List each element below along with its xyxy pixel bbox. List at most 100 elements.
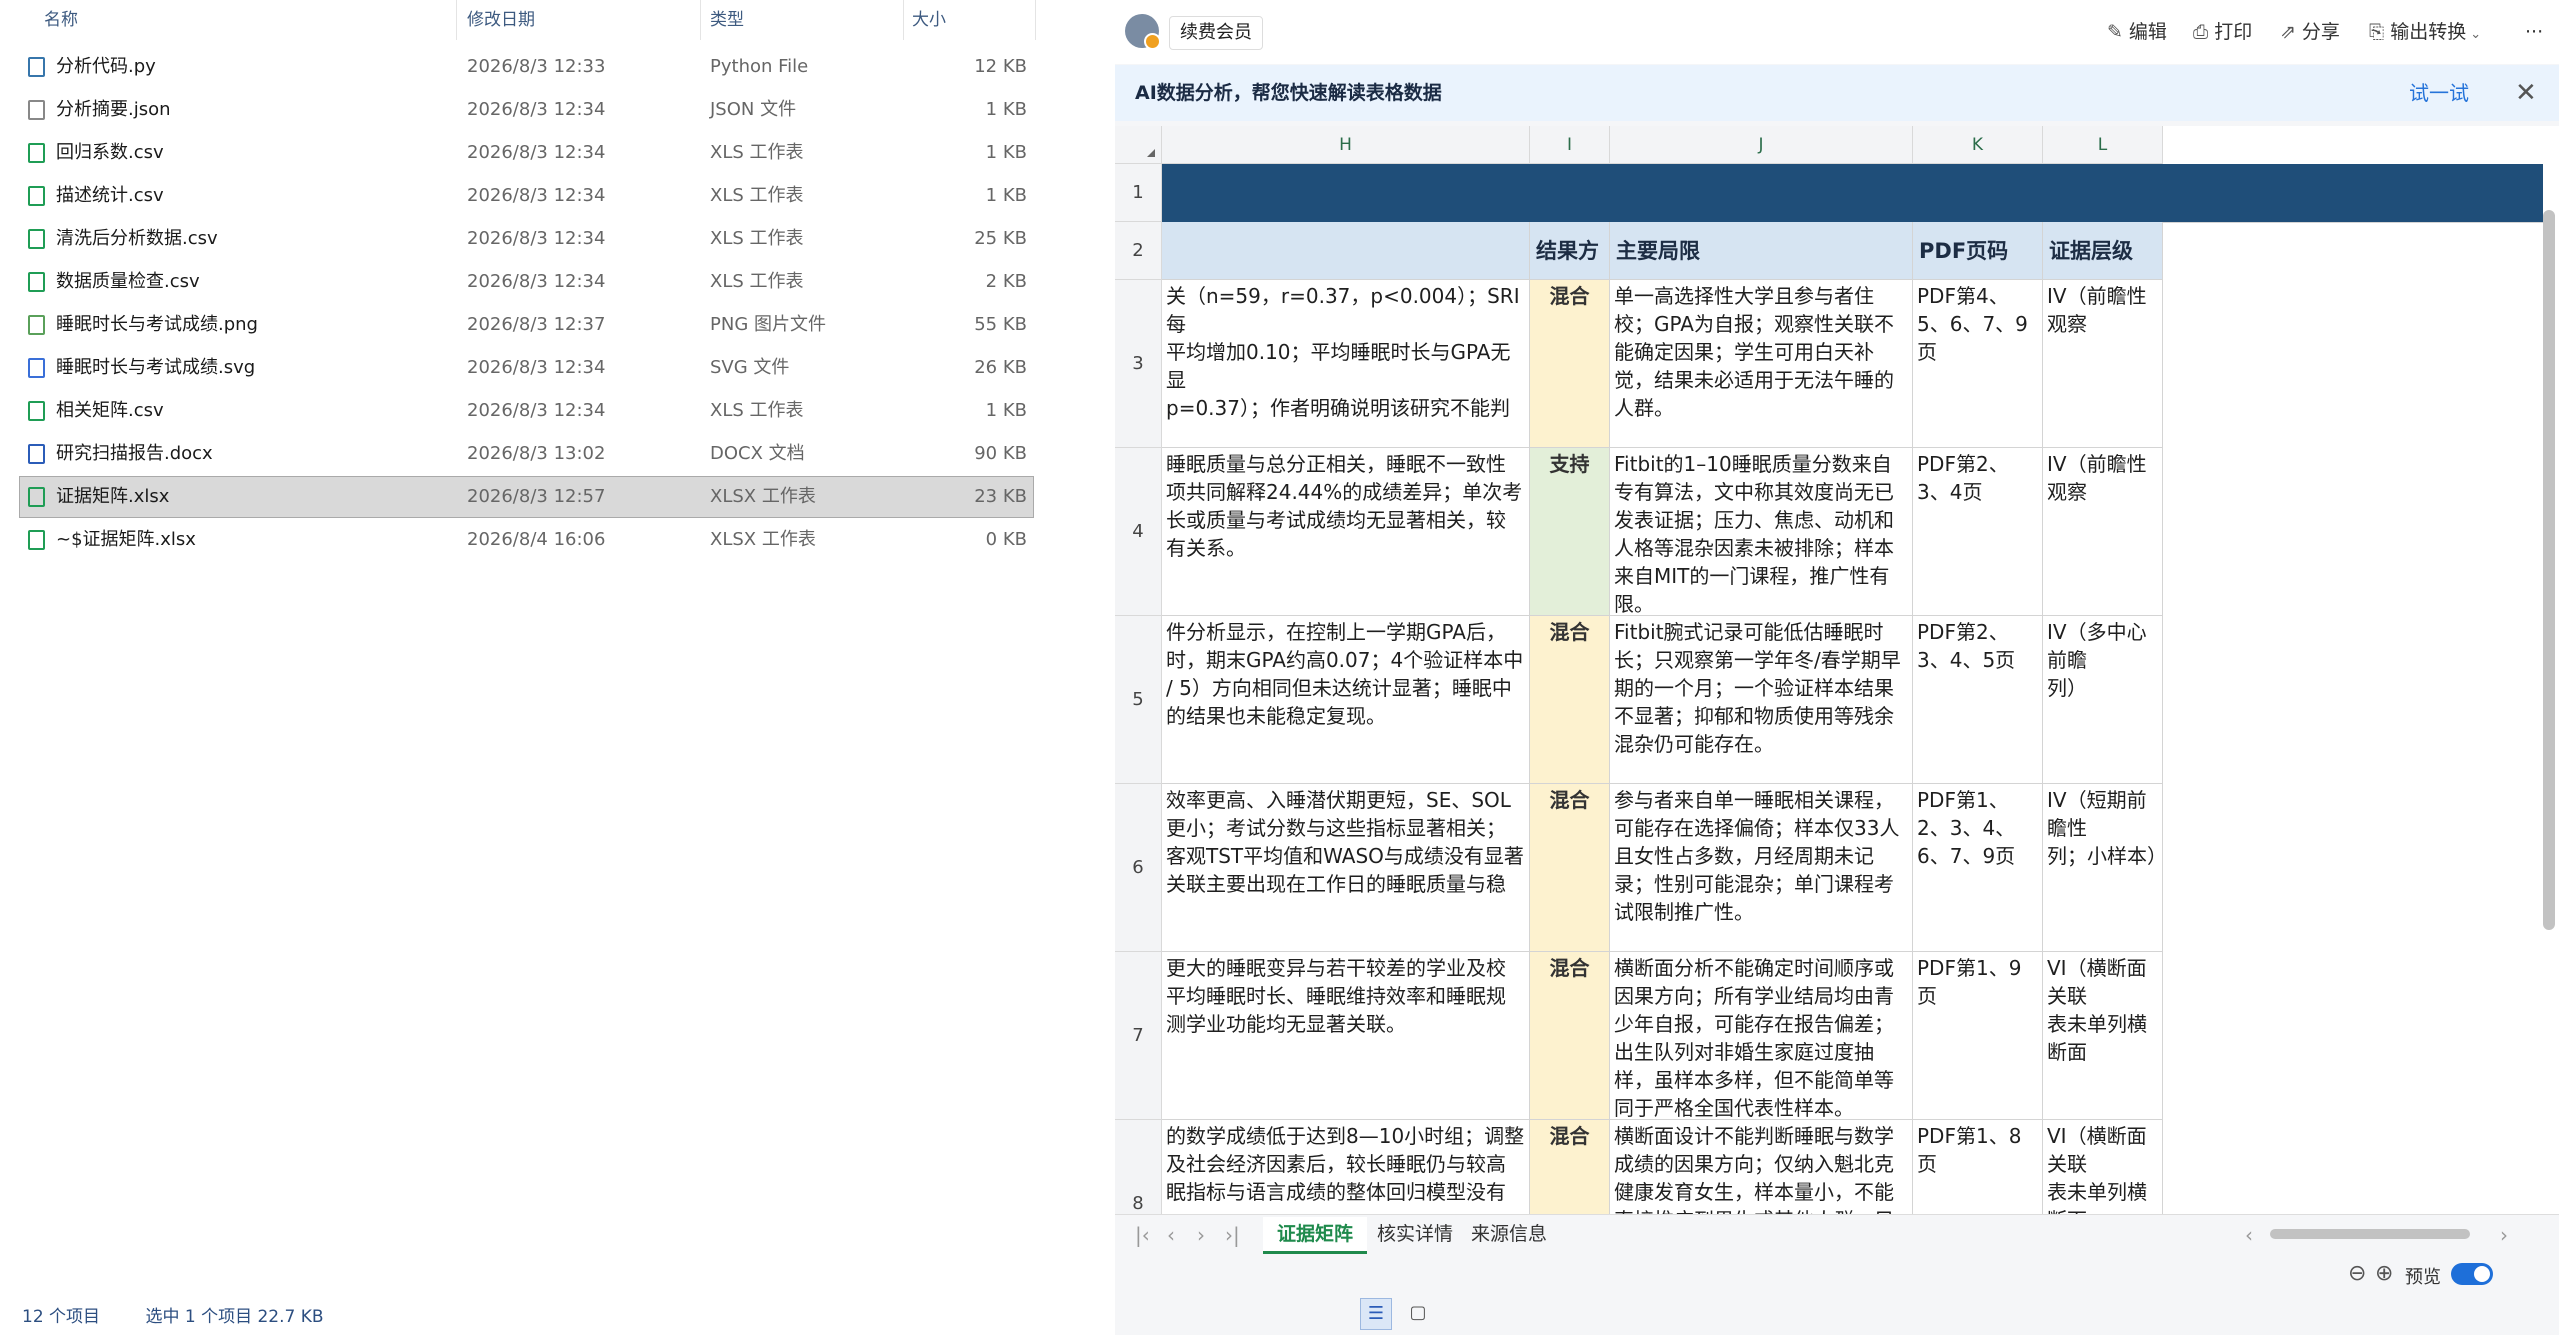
column-divider[interactable]	[1035, 0, 1036, 40]
print-button[interactable]: ⎙ 打印	[2193, 18, 2252, 46]
header-cell-pdf[interactable]: PDF页码	[1913, 222, 2043, 280]
direction-cell[interactable]: 混合	[1530, 616, 1610, 784]
file-row[interactable]: 分析摘要.json 2026/8/3 12:34 JSON 文件 1 KB	[20, 90, 1033, 130]
evidence-level-cell[interactable]: IV（多中心前瞻 列）	[2043, 616, 2163, 784]
column-header-h[interactable]: H	[1162, 126, 1530, 164]
share-button[interactable]: ⇗ 分享	[2280, 18, 2340, 46]
row-header[interactable]: 5	[1115, 616, 1162, 784]
more-options-button[interactable]: ···	[2525, 18, 2543, 46]
preview-toggle[interactable]	[2451, 1263, 2493, 1285]
column-divider[interactable]	[903, 0, 904, 40]
result-cell[interactable]: 件分析显示，在控制上一学期GPA后， 时，期末GPA约高0.07；4个验证样本中…	[1162, 616, 1530, 784]
first-sheet-icon[interactable]: |‹	[1135, 1223, 1150, 1247]
column-divider[interactable]	[700, 0, 701, 40]
limitation-cell[interactable]: Fitbit腕式记录可能低估睡眠时长；只观察第一学年冬/春学期早期的一个月；一个…	[1610, 616, 1913, 784]
file-row[interactable]: 清洗后分析数据.csv 2026/8/3 12:34 XLS 工作表 25 KB	[20, 219, 1033, 259]
sheet-tab[interactable]: 来源信息	[1457, 1217, 1561, 1251]
title-row-cell[interactable]	[1162, 164, 2543, 223]
limitation-cell[interactable]: 单一高选择性大学且参与者住校；GPA为自报；观察性关联不能确定因果；学生可用白天…	[1610, 280, 1913, 448]
select-all-corner[interactable]	[1115, 126, 1162, 164]
last-sheet-icon[interactable]: ›|	[1225, 1223, 1240, 1247]
row-header[interactable]: 7	[1115, 952, 1162, 1120]
file-row[interactable]: 回归系数.csv 2026/8/3 12:34 XLS 工作表 1 KB	[20, 133, 1033, 173]
column-header-i[interactable]: I	[1530, 126, 1610, 164]
spreadsheet-grid[interactable]: HIJKL 12 结果方向主要局限PDF页码证据层级 3关（n=59，r=0.37，…	[1115, 126, 2559, 1214]
edit-button[interactable]: ✎ 编辑	[2107, 18, 2167, 46]
evidence-level-cell[interactable]: IV（前瞻性观察	[2043, 448, 2163, 616]
pdf-page-cell[interactable]: PDF第2、3、4、5页	[1913, 616, 2043, 784]
column-header-k[interactable]: K	[1913, 126, 2043, 164]
column-divider[interactable]	[456, 0, 457, 40]
pdf-page-cell[interactable]: PDF第4、5、6、7、9页	[1913, 280, 2043, 448]
column-header-type[interactable]: 类型	[710, 0, 744, 40]
file-row[interactable]: 睡眠时长与考试成绩.png 2026/8/3 12:37 PNG 图片文件 55 KB	[20, 305, 1033, 345]
sheet-tab[interactable]: 核实详情	[1363, 1217, 1467, 1251]
file-explorer: 名称 ⌃ 修改日期 类型 大小 分析代码.py 2026/8/3 12:33 Pyt…	[0, 0, 1115, 1335]
limitation-cell[interactable]: 横断面分析不能确定时间顺序或因果方向；所有学业结局均由青少年自报，可能存在报告偏…	[1610, 952, 1913, 1120]
file-row[interactable]: 分析代码.py 2026/8/3 12:33 Python File 12 KB	[20, 47, 1033, 87]
file-row[interactable]: 描述统计.csv 2026/8/3 12:34 XLS 工作表 1 KB	[20, 176, 1033, 216]
vertical-scrollbar[interactable]	[2543, 210, 2555, 930]
file-row[interactable]: 数据质量检查.csv 2026/8/3 12:34 XLS 工作表 2 KB	[20, 262, 1033, 302]
preview-view-icon[interactable]: ▢	[1402, 1298, 1434, 1330]
zoom-in-icon[interactable]: ⊕	[2375, 1261, 2393, 1286]
renew-membership-button[interactable]: 续费会员	[1169, 16, 1263, 50]
file-row[interactable]: 睡眠时长与考试成绩.svg 2026/8/3 12:34 SVG 文件 26 KB	[20, 348, 1033, 388]
horizontal-scrollbar[interactable]	[2270, 1229, 2470, 1239]
result-cell[interactable]: 睡眠质量与总分正相关，睡眠不一致性 项共同解释24.44%的成绩差异；单次考 长…	[1162, 448, 1530, 616]
direction-cell[interactable]: 支持	[1530, 448, 1610, 616]
file-row[interactable]: 相关矩阵.csv 2026/8/3 12:34 XLS 工作表 1 KB	[20, 391, 1033, 431]
file-row[interactable]: 研究扫描报告.docx 2026/8/3 13:02 DOCX 文档 90 KB	[20, 434, 1033, 474]
column-header-j[interactable]: J	[1610, 126, 1913, 164]
direction-cell[interactable]: 混合	[1530, 952, 1610, 1120]
try-it-link[interactable]: 试一试	[2409, 65, 2469, 121]
evidence-level-cell[interactable]: IV（前瞻性观察	[2043, 280, 2163, 448]
row-header[interactable]: 1	[1115, 164, 1162, 222]
close-icon[interactable]: ✕	[2515, 65, 2537, 121]
header-cell-limits[interactable]: 主要局限	[1610, 222, 1913, 280]
column-header-date[interactable]: 修改日期	[467, 0, 535, 40]
details-view-icon[interactable]: ☰	[1360, 1298, 1392, 1330]
zoom-out-icon[interactable]: ⊖	[2348, 1261, 2366, 1286]
header-cell[interactable]	[1162, 222, 1530, 280]
evidence-level-cell[interactable]: IV（短期前瞻性 列；小样本）	[2043, 784, 2163, 952]
pdf-page-cell[interactable]: PDF第1、2、3、4、6、7、9页	[1913, 784, 2043, 952]
row-header[interactable]: 3	[1115, 280, 1162, 448]
evidence-level-cell[interactable]: VI（横断面关联 表未单列横断面	[2043, 952, 2163, 1120]
prev-sheet-icon[interactable]: ‹	[1167, 1223, 1175, 1247]
direction-cell[interactable]: 混合	[1530, 1120, 1610, 1214]
header-cell-level[interactable]: 证据层级	[2043, 222, 2163, 280]
preview-toolbar: 续费会员 ✎ 编辑 ⎙ 打印 ⇗ 分享 ⎘ 输出转换 ⌄ ···	[1115, 0, 2559, 64]
pdf-page-cell[interactable]: PDF第1、9页	[1913, 952, 2043, 1120]
sheet-tab[interactable]: 证据矩阵	[1263, 1217, 1368, 1254]
scroll-left-icon[interactable]: ‹	[2245, 1223, 2253, 1247]
row-header[interactable]: 2	[1115, 222, 1162, 280]
column-header-size[interactable]: 大小	[912, 0, 946, 40]
column-header-l[interactable]: L	[2043, 126, 2163, 164]
limitation-cell[interactable]: Fitbit的1–10睡眠质量分数来自专有算法，文中称其效度尚无已发表证据；压力…	[1610, 448, 1913, 616]
limitation-cell[interactable]: 参与者来自单一睡眠相关课程，可能存在选择偏倚；样本仅33人且女性占多数，月经周期…	[1610, 784, 1913, 952]
pdf-page-cell[interactable]: PDF第2、3、4页	[1913, 448, 2043, 616]
next-sheet-icon[interactable]: ›	[1197, 1223, 1205, 1247]
limitation-cell[interactable]: 横断面设计不能判断睡眠与数学成绩的因果方向；仅纳入魁北克健康发育女生，样本量小，…	[1610, 1120, 1913, 1214]
direction-cell[interactable]: 混合	[1530, 784, 1610, 952]
export-button[interactable]: ⎘ 输出转换 ⌄	[2369, 18, 2481, 46]
result-cell[interactable]: 效率更高、入睡潜伏期更短，SE、SOL 更小；考试分数与这些指标显著相关； 客观…	[1162, 784, 1530, 952]
row-header[interactable]: 8	[1115, 1120, 1162, 1214]
pdf-page-cell[interactable]: PDF第1、8页	[1913, 1120, 2043, 1214]
result-cell[interactable]: 关（n=59，r=0.37，p<0.004）；SRI每 平均增加0.10；平均睡…	[1162, 280, 1530, 448]
file-size: 26 KB	[974, 357, 1027, 378]
header-cell-direction[interactable]: 结果方向	[1530, 222, 1610, 280]
row-header[interactable]: 4	[1115, 448, 1162, 616]
file-row[interactable]: 证据矩阵.xlsx 2026/8/3 12:57 XLSX 工作表 23 KB	[19, 476, 1034, 518]
row-header[interactable]: 6	[1115, 784, 1162, 952]
result-cell[interactable]: 更大的睡眠变异与若干较差的学业及校 平均睡眠时长、睡眠维持效率和睡眠规 测学业功…	[1162, 952, 1530, 1120]
scroll-right-icon[interactable]: ›	[2500, 1223, 2508, 1247]
column-header-name[interactable]: 名称	[44, 0, 78, 40]
evidence-level-cell[interactable]: VI（横断面关联 表未单列横断面	[2043, 1120, 2163, 1214]
file-row[interactable]: ~$证据矩阵.xlsx 2026/8/4 16:06 XLSX 工作表 0 KB	[20, 520, 1033, 560]
file-name: 描述统计.csv	[56, 185, 164, 206]
user-avatar[interactable]	[1125, 14, 1161, 50]
direction-cell[interactable]: 混合	[1530, 280, 1610, 448]
result-cell[interactable]: 的数学成绩低于达到8—10小时组；调整 及社会经济因素后，较长睡眠仍与较高 眠指…	[1162, 1120, 1530, 1214]
